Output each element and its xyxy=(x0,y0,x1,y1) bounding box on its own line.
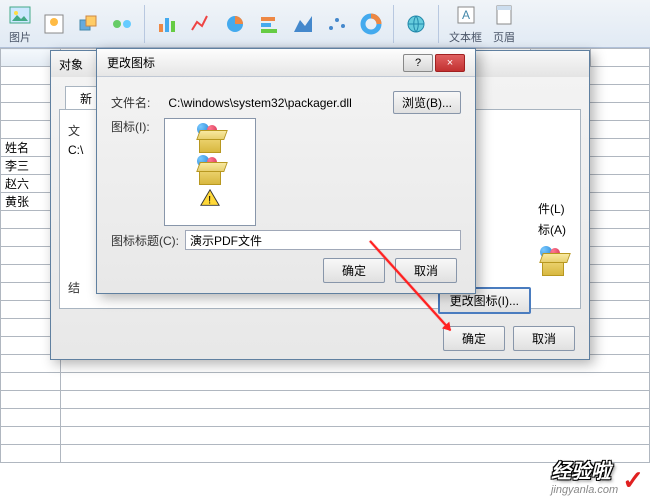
ribbon-textbox[interactable]: A 文本框 xyxy=(445,1,486,47)
area-chart-icon xyxy=(291,12,315,36)
ribbon-pie-chart[interactable] xyxy=(219,10,251,38)
svg-text:A: A xyxy=(462,8,470,22)
watermark-text: 经验啦 xyxy=(551,455,618,484)
filename-label: 文件名: xyxy=(111,94,150,111)
change-icon-dialog: 更改图标 ? × 文件名: C:\windows\system32\packag… xyxy=(96,48,476,294)
svg-text:!: ! xyxy=(208,195,211,207)
ribbon-header-footer[interactable]: 页眉 xyxy=(488,1,520,47)
ribbon-separator xyxy=(144,5,145,43)
pie-chart-icon xyxy=(223,12,247,36)
package-icon-2[interactable] xyxy=(195,155,225,185)
ribbon-smartart[interactable] xyxy=(106,10,138,38)
show-icon-label: 标(A) xyxy=(538,221,568,238)
close-button[interactable]: × xyxy=(435,54,465,72)
display-as-label: 件(L) xyxy=(538,200,568,217)
ribbon-scatter-chart[interactable] xyxy=(321,10,353,38)
scatter-chart-icon xyxy=(325,12,349,36)
watermark: 经验啦 jingyanla.com ✓ xyxy=(551,455,644,496)
browse-button[interactable]: 浏览(B)... xyxy=(393,91,461,114)
warning-icon[interactable]: ! xyxy=(198,187,222,209)
change-icon-ok-button[interactable]: 确定 xyxy=(323,258,385,283)
object-cancel-button[interactable]: 取消 xyxy=(513,326,575,351)
shapes-icon xyxy=(76,12,100,36)
ribbon-picture-label: 图片 xyxy=(9,29,31,45)
ribbon-clipart[interactable] xyxy=(38,10,70,38)
icon-list-label: 图标(I): xyxy=(111,118,150,135)
header-footer-icon xyxy=(492,3,516,27)
ribbon-header-label: 页眉 xyxy=(493,29,515,45)
icon-listbox[interactable]: ! xyxy=(164,118,256,226)
textbox-icon: A xyxy=(454,3,478,27)
file-label: 文 xyxy=(68,122,80,139)
bar-chart-icon xyxy=(257,12,281,36)
line-chart-icon xyxy=(189,12,213,36)
ribbon-area-chart[interactable] xyxy=(287,10,319,38)
ribbon-separator-2 xyxy=(393,5,394,43)
ribbon-separator-3 xyxy=(438,5,439,43)
picture-icon xyxy=(8,3,32,27)
file-path-prefix: C:\ xyxy=(68,143,83,157)
ribbon-textbox-label: 文本框 xyxy=(449,29,482,45)
ribbon-bar-chart[interactable] xyxy=(253,10,285,38)
ribbon-other-chart[interactable] xyxy=(355,10,387,38)
result-label: 结 xyxy=(68,279,80,296)
ribbon: 图片 A 文本框 页眉 xyxy=(0,0,650,48)
watermark-url: jingyanla.com xyxy=(551,484,618,496)
filename-value: C:\windows\system32\packager.dll xyxy=(156,96,387,110)
change-icon-titlebar[interactable]: 更改图标 ? × xyxy=(97,49,475,77)
change-icon-title: 更改图标 xyxy=(107,54,401,71)
ribbon-line-chart[interactable] xyxy=(185,10,217,38)
column-chart-icon xyxy=(155,12,179,36)
caption-label: 图标标题(C): xyxy=(111,232,179,249)
caption-input[interactable] xyxy=(185,230,461,250)
smartart-icon xyxy=(110,12,134,36)
checkmark-icon: ✓ xyxy=(622,465,644,496)
ribbon-hyperlink[interactable] xyxy=(400,10,432,38)
help-button[interactable]: ? xyxy=(403,54,433,72)
donut-chart-icon xyxy=(359,12,383,36)
ribbon-picture[interactable]: 图片 xyxy=(4,1,36,47)
package-icon[interactable] xyxy=(195,123,225,153)
hyperlink-icon xyxy=(404,12,428,36)
clipart-icon xyxy=(42,12,66,36)
package-icon-preview xyxy=(538,246,568,276)
ribbon-shapes[interactable] xyxy=(72,10,104,38)
ribbon-column-chart[interactable] xyxy=(151,10,183,38)
